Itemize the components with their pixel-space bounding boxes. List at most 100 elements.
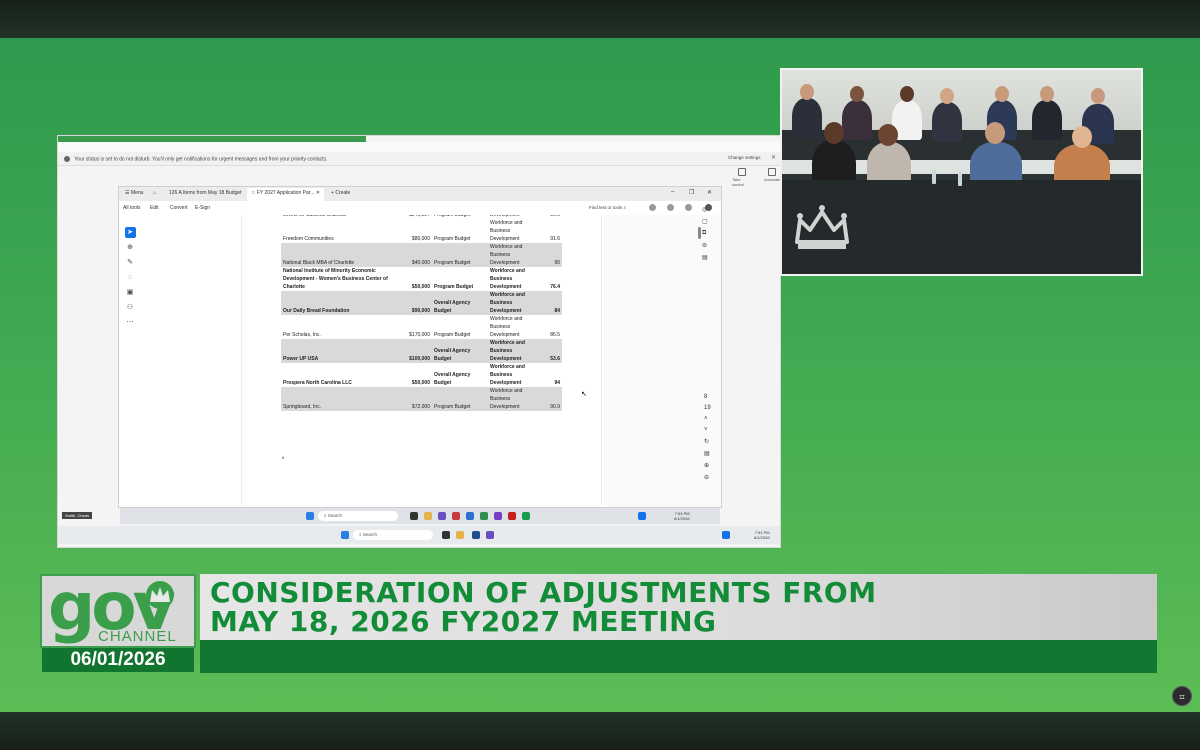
notifications-icon[interactable] — [667, 204, 674, 211]
close-window-icon[interactable]: ✕ — [707, 189, 712, 196]
inner-search-box[interactable]: ⌕ Search — [318, 511, 398, 521]
stamp-icon[interactable]: ⚇ — [125, 302, 136, 313]
attachments-icon[interactable]: ▤ — [702, 254, 708, 261]
lasso-icon[interactable]: ◌ — [125, 272, 136, 283]
broadcast-frame: Your status is set to do not disturb. Yo… — [0, 0, 1200, 750]
category-cell: Workforce and Business Development — [490, 316, 523, 338]
windows-start-icon[interactable] — [306, 512, 314, 520]
page-down-icon[interactable]: ˅ — [704, 427, 711, 433]
help-icon[interactable] — [649, 204, 656, 211]
page-up-icon[interactable]: ˄ — [704, 416, 711, 422]
source-cell: Overall Agency Budget — [434, 372, 471, 386]
more-tools-icon[interactable]: ⋯ — [125, 317, 136, 328]
outer-file-explorer-icon[interactable] — [456, 531, 464, 539]
outer-taskbar: ⌕ Search 7:53 PM 6/1/2026 — [58, 526, 780, 544]
file-explorer-icon[interactable] — [424, 512, 432, 520]
comment-icon[interactable]: ▢ — [702, 218, 708, 225]
outer-mic-icon[interactable] — [722, 531, 730, 539]
amount-cell: $40,000 — [396, 243, 432, 267]
zoom-out-icon[interactable]: ⊖ — [704, 474, 711, 481]
tab-fy2027-application[interactable]: ☆ FY 2027 Application Par... ✕ — [247, 188, 324, 201]
score-cell: 86.5 — [550, 332, 560, 338]
org-cell: National Institute of Minority Economic … — [283, 268, 388, 290]
score-cell: 84 — [536, 291, 562, 315]
zoom-in-icon[interactable]: ⊕ — [704, 462, 711, 469]
title-underbar — [200, 640, 1157, 673]
home-icon[interactable]: ⌂ — [153, 190, 156, 196]
find-text-search[interactable]: Find text or tools ⌕ — [589, 205, 626, 210]
annotate-button[interactable]: Annotate — [764, 168, 780, 187]
outer-task-view-icon[interactable] — [442, 531, 450, 539]
menu-edit[interactable]: Edit — [150, 205, 159, 211]
outer-app-icon[interactable] — [472, 531, 480, 539]
change-settings-link[interactable]: Change settings — [728, 155, 761, 160]
right-rail-tools: ◎ ▢ ⧉ ⊜ ▤ — [702, 206, 708, 261]
scrollbar[interactable] — [698, 227, 701, 239]
save-icon[interactable]: ▤ — [704, 450, 711, 457]
restore-icon[interactable]: ❐ — [689, 189, 694, 196]
menu-all-tools[interactable]: All tools — [123, 205, 141, 211]
pages-icon[interactable]: ⧉ — [702, 230, 708, 237]
bookmark-icon[interactable]: ⊜ — [702, 242, 708, 249]
source-cell: Overall Agency Budget — [432, 339, 488, 363]
outer-search-box[interactable]: ⌕ Search — [353, 530, 433, 540]
excel-icon[interactable] — [480, 512, 488, 520]
score-cell: 91.6 — [550, 236, 560, 242]
shared-screen: Your status is set to do not disturb. Yo… — [57, 135, 781, 548]
amount-cell: $80,000 — [411, 236, 430, 242]
zoom-icon[interactable]: ⊕ — [125, 242, 136, 253]
amount-cell: $50,000 — [411, 380, 430, 386]
select-cursor-icon[interactable]: ➤ — [124, 227, 136, 238]
table-row: Springboard, Inc. $72,000 Program Budget Wo… — [281, 387, 562, 411]
tab-items-from-may-18[interactable]: 126 A Items from May 18 Budget — [169, 190, 242, 196]
source-cell: Program Budget — [432, 243, 488, 267]
attendee-head — [1091, 88, 1105, 104]
table-row: Per Scholas, Inc. $170,000 Program Budget W… — [281, 315, 562, 339]
score-cell: 90.9 — [536, 387, 562, 411]
score-cell: 76.4 — [550, 284, 560, 290]
excel2-icon[interactable] — [522, 512, 530, 520]
refresh-icon[interactable]: ↻ — [704, 438, 711, 445]
menu-esign[interactable]: E-Sign — [195, 205, 210, 211]
acrobat-window: ☰ Menu ⌂ 126 A Items from May 18 Budget … — [118, 186, 722, 508]
task-view-icon[interactable] — [410, 512, 418, 520]
onenote-icon[interactable] — [452, 512, 460, 520]
text-select-icon[interactable]: ▣ — [125, 287, 136, 298]
gov-channel-logo: gov CHANNEL — [40, 574, 196, 648]
apps-icon[interactable] — [685, 204, 692, 211]
create-tab-button[interactable]: + Create — [331, 190, 350, 196]
crown-icon — [795, 205, 849, 249]
table-row: Our Daily Bread Foundation $90,000 Overall… — [281, 291, 562, 315]
take-control-button[interactable]: Take control — [732, 168, 752, 187]
table-row: Freedom Communities $80,000 Program Budget… — [281, 219, 562, 243]
pen-tool-icon[interactable]: ✎ — [125, 257, 136, 268]
teams-chat-icon[interactable] — [494, 512, 502, 520]
ai-assistant-icon[interactable]: ◎ — [702, 206, 708, 213]
notification-text: Your status is set to do not disturb. Yo… — [74, 156, 328, 163]
org-cell: National Black MBA of Charlotte — [281, 243, 396, 267]
dnd-notification: Your status is set to do not disturb. Yo… — [58, 152, 780, 166]
category-cell: Workforce and Business Development — [490, 364, 525, 386]
table-row: Power UP USA $100,000 Overall Agency Budge… — [281, 339, 562, 363]
minimize-icon[interactable]: – — [671, 189, 674, 195]
source-cell: Program Budget — [434, 332, 471, 338]
outer-windows-start-icon[interactable] — [341, 531, 349, 539]
teams-icon[interactable] — [438, 512, 446, 520]
letterbox-bottom — [0, 712, 1200, 750]
close-icon[interactable]: ✕ — [771, 154, 776, 161]
source-cell: Program Budget — [434, 236, 471, 242]
score-cell: 53.6 — [536, 339, 562, 363]
acrobat-menu-bar: All tools Edit Convert E-Sign — [119, 201, 721, 215]
page-nav-tools: 8 19 ˄ ˅ ↻ ▤ ⊕ ⊖ — [704, 394, 711, 481]
source-cell: Program Budget — [432, 387, 488, 411]
menu-button[interactable]: ☰ Menu — [125, 190, 143, 196]
amount-cell: $50,000 — [411, 284, 430, 290]
captions-icon[interactable]: ⌗ — [1172, 686, 1192, 706]
menu-convert[interactable]: Convert — [170, 205, 188, 211]
attendee — [1032, 100, 1062, 140]
council-member-head — [1072, 126, 1092, 148]
mic-icon[interactable] — [638, 512, 646, 520]
acrobat-icon[interactable] — [508, 512, 516, 520]
outer-teams-icon[interactable] — [486, 531, 494, 539]
outlook-icon[interactable] — [466, 512, 474, 520]
